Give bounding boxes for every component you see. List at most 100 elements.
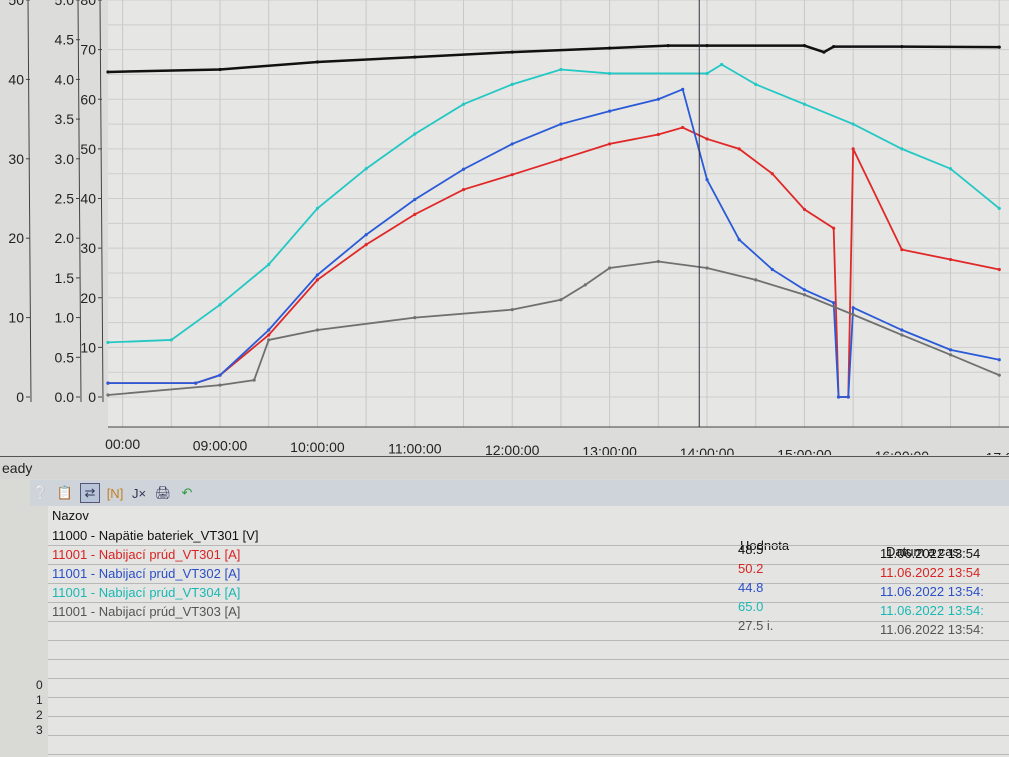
table-row[interactable]: 11001 - Nabijací prúd_VT302 [A] 44.8 11.06… [48,564,1009,599]
data-point [315,328,320,332]
empty-row [48,640,1009,660]
data-point [608,266,612,270]
y-tick-label: 1.0 [55,310,75,326]
data-point [822,50,826,54]
data-point [169,338,173,342]
data-point [851,147,855,151]
x-tick-time: 16:00:00 [875,448,930,455]
y-tick-label: 50 [80,141,96,157]
y-tick-label: 5.0 [55,0,75,8]
row-name: 11001 - Nabijací prúd_VT301 [A] [52,547,241,562]
cursor-mode-icon[interactable]: ⇄ [80,483,100,503]
data-point [705,71,709,76]
y-tick-label: 4.0 [55,71,75,87]
print-icon[interactable]: 🖨 [154,484,172,502]
data-point [705,178,709,182]
y-axis-line [99,0,104,403]
data-point [656,97,660,101]
y-tick-label: 50 [8,0,24,8]
data-point [194,381,198,385]
data-point [559,157,563,161]
row-name: 11001 - Nabijací prúd_VT304 [A] [52,585,241,600]
data-point [106,70,110,74]
data-point [364,233,368,237]
table-row[interactable]: 11001 - Nabijací prúd_VT304 [A] 65.0 11.06… [48,583,1009,618]
data-point [997,267,1001,272]
formula-icon[interactable]: J× [130,484,148,502]
x-tick-time: 13:00:00 [582,444,637,456]
y-tick-label: 60 [80,91,96,107]
data-point [754,278,758,282]
y-axis-line [27,0,32,403]
data-point [559,298,563,302]
row-name: 11001 - Nabijací prúd_VT302 [A] [52,566,241,581]
help-icon[interactable]: ❔ [32,484,50,502]
row-name: 11001 - Nabijací prúd_VT303 [A] [52,604,241,619]
data-point [832,45,836,49]
empty-row [48,697,1009,717]
data-point [267,333,271,337]
table-row[interactable]: 11000 - Napätie bateriek_VT301 [V] 48.5 11… [48,526,1009,561]
data-point [705,137,709,141]
data-point [315,273,320,277]
data-point [218,373,222,377]
data-point [510,50,514,54]
empty-row [48,735,1009,755]
y-tick-label: 0 [88,389,96,405]
data-point [836,395,841,399]
x-tick-time: 10:00:00 [290,439,345,455]
data-point [583,283,587,287]
status-bar: eady [0,456,1009,479]
data-point [851,122,855,126]
data-point [754,82,758,86]
y-tick-label: 80 [80,0,96,8]
x-tick-time: 17:0 [986,450,1009,456]
data-point [681,125,685,130]
data-point [900,328,904,332]
data-point [802,207,807,212]
trend-chart[interactable]: 0 10 20 30 40 50 0.0 0.5 1.0 1.5 2.0 2.5 3.0 3.5 4.0 4.… [0,0,1009,484]
table-row[interactable]: 11001 - Nabijací prúd_VT301 [A] 50.2 11.06… [48,545,1009,580]
data-point [413,197,417,202]
data-point [948,257,953,262]
export-icon[interactable]: 📋 [56,484,74,502]
data-point [656,259,660,264]
y-tick-label: 40 [8,71,24,87]
x-tick-time: 11:00:00 [388,441,442,456]
row-name: 11000 - Napätie bateriek_VT301 [V] [52,528,259,543]
data-point [770,172,774,176]
data-point [461,102,466,106]
empty-row [48,621,1009,641]
data-point [720,62,724,67]
y-tick-label: 2.5 [55,191,75,207]
row-number: 1 [36,693,43,707]
column-header-name[interactable]: Nazov [52,508,89,523]
data-point [900,248,904,252]
data-point [900,147,904,151]
x-tick-date: 6.2022 [101,454,144,455]
y-tick-label: 1.5 [55,270,75,286]
row-number: 3 [36,723,43,737]
data-point [364,167,368,171]
data-point [461,187,466,192]
data-point [267,262,271,267]
data-point [802,102,807,106]
data-point [802,44,807,48]
data-point [608,109,612,113]
data-point [252,378,256,382]
data-point [413,132,417,136]
table-row[interactable]: 11001 - Nabijací prúd_VT303 [A] 27.5 i. 11… [48,602,1009,637]
data-point [608,46,612,50]
plot-background [108,0,1009,427]
row-number: 0 [36,678,43,692]
zoom-range-icon[interactable]: [N] [106,484,124,502]
data-point [737,147,741,151]
data-point [948,353,953,357]
empty-row [48,716,1009,736]
data-point [802,293,807,297]
toolbar: ❔ 📋 ⇄ [N] J× 🖨 ↶ [30,480,1009,506]
undo-icon[interactable]: ↶ [178,484,196,502]
y-tick-label: 20 [8,230,24,246]
data-point [559,122,563,126]
y-tick-label: 20 [80,290,96,306]
